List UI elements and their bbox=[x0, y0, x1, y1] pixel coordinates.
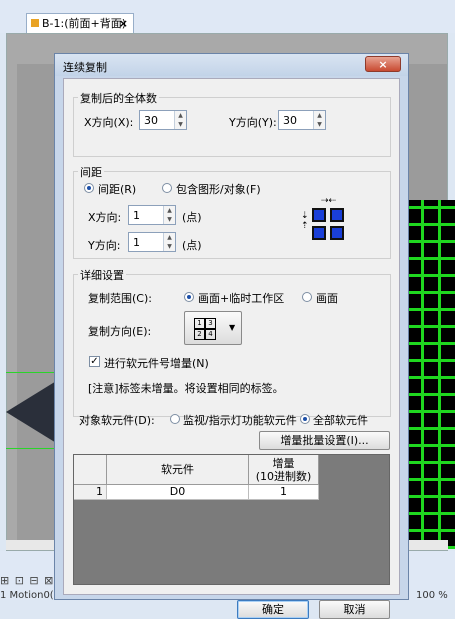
close-button[interactable]: × bbox=[365, 56, 401, 72]
spacing-y-unit: (点) bbox=[182, 239, 202, 252]
lamp-grid-object bbox=[404, 200, 455, 549]
status-zoom: 100 % bbox=[416, 590, 448, 601]
all-devices-label: 全部软元件 bbox=[313, 414, 368, 427]
column-header-increment: 增量 (10进制数) bbox=[249, 455, 319, 485]
monitor-lamp-label: 监视/指示灯功能软元件 bbox=[183, 414, 297, 427]
target-device-label: 对象软元件(D): bbox=[79, 414, 155, 427]
dialog-title-bar[interactable]: 连续复制 × bbox=[55, 54, 408, 76]
copy-direction-dropdown[interactable]: 1 3 2 4 ▼ bbox=[184, 311, 242, 345]
column-header-device: 软元件 bbox=[107, 455, 249, 485]
total-x-label: X方向(X): bbox=[84, 116, 134, 129]
spin-arrows-icon[interactable]: ▲ ▼ bbox=[174, 111, 186, 129]
row-index: 1 bbox=[74, 485, 107, 500]
note-text: [注意]标签未增量。将设置相同的标签。 bbox=[88, 382, 284, 395]
spacing-legend: 间距 bbox=[78, 164, 104, 180]
selection-line bbox=[6, 372, 56, 373]
total-y-input[interactable]: 30 ▲ ▼ bbox=[278, 110, 326, 130]
cell-increment[interactable]: 1 bbox=[249, 485, 319, 500]
total-x-input[interactable]: 30 ▲ ▼ bbox=[139, 110, 187, 130]
cell-device[interactable]: D0 bbox=[107, 485, 249, 500]
tab-screen-b1[interactable]: B-1:(前面+背面) × bbox=[26, 13, 134, 33]
tab-close-icon[interactable]: × bbox=[119, 14, 128, 33]
spacing-radio-label: 间距(R) bbox=[98, 183, 137, 196]
dialog-title: 连续复制 bbox=[63, 61, 107, 74]
range-screen-radio[interactable] bbox=[302, 292, 312, 302]
copy-range-label: 复制范围(C): bbox=[88, 292, 152, 305]
spacing-diagram-icon: ⇢⇠ ⇣ ⇡ bbox=[299, 196, 354, 252]
device-table[interactable]: 软元件 增量 (10进制数) 1 D0 1 bbox=[73, 454, 390, 585]
spacing-y-input[interactable]: 1 ▲ ▼ bbox=[128, 232, 176, 252]
increment-checkbox[interactable]: ✓ bbox=[89, 356, 100, 367]
include-shape-radio[interactable] bbox=[162, 183, 172, 193]
chevron-down-icon: ▼ bbox=[229, 323, 236, 332]
total-count-legend: 复制后的全体数 bbox=[78, 90, 159, 106]
tab-label: B-1:(前面+背面) bbox=[42, 17, 127, 30]
ok-button[interactable]: 确定 bbox=[237, 600, 309, 619]
spin-arrows-icon[interactable]: ▲ ▼ bbox=[313, 111, 325, 129]
dialog-body: 复制后的全体数 X方向(X): 30 ▲ ▼ Y方向(Y): 30 ▲ ▼ 间距 间… bbox=[63, 78, 400, 619]
batch-increment-button[interactable]: 增量批量设置(I)... bbox=[259, 431, 390, 450]
spacing-x-input[interactable]: 1 ▲ ▼ bbox=[128, 205, 176, 225]
cancel-button[interactable]: 取消 bbox=[319, 600, 390, 619]
total-y-label: Y方向(Y): bbox=[229, 116, 277, 129]
copy-direction-label: 复制方向(E): bbox=[88, 325, 152, 338]
spacing-x-unit: (点) bbox=[182, 211, 202, 224]
monitor-lamp-radio[interactable] bbox=[170, 414, 180, 424]
table-corner bbox=[74, 455, 107, 485]
spacing-radio[interactable] bbox=[84, 183, 94, 193]
include-shape-radio-label: 包含图形/对象(F) bbox=[176, 183, 261, 196]
screen-icon bbox=[31, 19, 39, 27]
direction-order-icon: 1 3 2 4 bbox=[194, 318, 216, 340]
range-screen-label: 画面 bbox=[316, 292, 338, 305]
continuous-copy-dialog: 连续复制 × 复制后的全体数 X方向(X): 30 ▲ ▼ Y方向(Y): 30 … bbox=[54, 53, 409, 619]
all-devices-radio[interactable] bbox=[300, 414, 310, 424]
spacing-y-label: Y方向: bbox=[88, 239, 121, 252]
detail-settings-legend: 详细设置 bbox=[78, 267, 126, 283]
view-toggle-icons[interactable]: ⊞ ⊡ ⊟ ⊠ bbox=[0, 574, 54, 587]
spacing-x-label: X方向: bbox=[88, 211, 122, 224]
spin-arrows-icon[interactable]: ▲ ▼ bbox=[163, 233, 175, 251]
increment-checkbox-label: 进行软元件号增量(N) bbox=[104, 357, 209, 370]
spin-arrows-icon[interactable]: ▲ ▼ bbox=[163, 206, 175, 224]
range-screen-temp-radio[interactable] bbox=[184, 292, 194, 302]
range-screen-temp-label: 画面+临时工作区 bbox=[198, 292, 285, 305]
